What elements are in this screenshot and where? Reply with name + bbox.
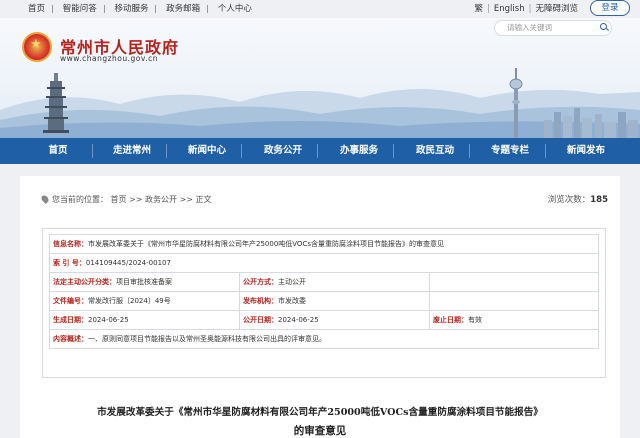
public-method-cell: 公开方式：主动公开 <box>239 272 430 292</box>
category-cell: 法定主动公开分类：项目审批核准备案 <box>49 272 240 292</box>
generated-date-value: 2024-06-25 <box>88 316 129 324</box>
nav-divider <box>393 144 394 158</box>
top-link-qa[interactable]: 智能问答 <box>63 4 97 14</box>
category-value: 项目审批核准备案 <box>116 278 172 286</box>
nav-item-about[interactable]: 走进常州 <box>101 138 163 164</box>
login-button[interactable]: 登录 <box>590 0 630 16</box>
expiry-cell: 废止日期：有效 <box>429 310 599 330</box>
index-label: 索 引 号： <box>53 259 86 267</box>
nav-divider <box>92 144 93 158</box>
nav-divider <box>241 144 242 158</box>
empty-cell <box>429 272 599 292</box>
top-links: 首页 智能问答 移动服务 政务邮箱 个人中心 <box>28 2 263 14</box>
pagoda-icon <box>43 73 69 133</box>
expiry-value: 有效 <box>468 316 482 324</box>
index-cell: 索 引 号：014109445/2024-00107 <box>49 253 599 273</box>
doc-no-value: 常发改行服〔2024〕49号 <box>88 297 171 305</box>
info-name-label: 信息名称： <box>53 240 88 248</box>
breadcrumb-item-gov-affairs[interactable]: 政务公开 <box>145 195 177 204</box>
breadcrumb-separator: >> <box>129 195 143 204</box>
doc-no-cell: 文件编号：常发改行服〔2024〕49号 <box>49 291 240 311</box>
public-date-value: 2024-06-25 <box>278 316 319 324</box>
top-bar: 首页 智能问答 移动服务 政务邮箱 个人中心 繁 | English | 无障碍浏览 登… <box>0 0 640 18</box>
view-count-value: 185 <box>590 195 608 205</box>
top-link-personal[interactable]: 个人中心 <box>218 4 252 14</box>
summary-cell: 内容概述：一、原则同意项目节能报告以及常州圣奥能源科技有限公司出具的评审意见。 <box>49 329 599 349</box>
document-title: 市发展改革委关于《常州市华星防腐材料有限公司年产25000吨低VOCs含量重防腐… <box>20 404 620 438</box>
nav-divider <box>469 144 470 158</box>
generated-date-label: 生成日期： <box>53 316 88 324</box>
main-nav: 首页 走进常州 新闻中心 政务公开 办事服务 政民互动 专题专栏 新闻发布 <box>0 138 640 164</box>
public-date-cell: 公开日期：2024-06-25 <box>239 310 430 330</box>
view-count: 浏览次数：185 <box>548 193 608 205</box>
table-row: 法定主动公开分类：项目审批核准备案 公开方式：主动公开 <box>49 272 599 292</box>
nav-item-gov-affairs[interactable]: 政务公开 <box>252 138 314 164</box>
top-link-home[interactable]: 首页 <box>28 4 45 14</box>
metadata-table: 信息名称：市发展改革委关于《常州市华星防腐材料有限公司年产25000吨低VOCs… <box>49 234 599 349</box>
nav-item-interaction[interactable]: 政民互动 <box>404 138 466 164</box>
nav-item-services[interactable]: 办事服务 <box>328 138 390 164</box>
table-row: 内容概述：一、原则同意项目节能报告以及常州圣奥能源科技有限公司出具的评审意见。 <box>49 329 599 349</box>
divider <box>207 4 209 13</box>
info-name-cell: 信息名称：市发展改革委关于《常州市华星防腐材料有限公司年产25000吨低VOCs… <box>49 234 599 254</box>
tv-tower-icon <box>509 68 523 138</box>
publisher-value: 市发改委 <box>278 297 306 305</box>
view-count-label: 浏览次数： <box>547 195 591 205</box>
breadcrumb: 您当前的位置： 首页 >> 政务公开 >> 正文 <box>40 194 212 205</box>
nav-item-press[interactable]: 新闻发布 <box>555 138 617 164</box>
search-icon[interactable] <box>600 23 607 30</box>
breadcrumb-item-home[interactable]: 首页 <box>111 195 127 204</box>
accessibility-link[interactable]: 无障碍浏览 <box>535 4 578 14</box>
nav-divider <box>317 144 318 158</box>
table-row: 生成日期：2024-06-25 公开日期：2024-06-25 废止日期：有效 <box>49 310 599 330</box>
index-value: 014109445/2024-00107 <box>85 259 171 267</box>
public-method-label: 公开方式： <box>243 278 278 286</box>
divider <box>52 4 54 13</box>
public-date-label: 公开日期： <box>243 316 278 324</box>
generated-date-cell: 生成日期：2024-06-25 <box>49 310 240 330</box>
expiry-label: 废止日期： <box>433 316 468 324</box>
category-label: 法定主动公开分类： <box>53 278 116 286</box>
toolbar: 繁 | English | 无障碍浏览 <box>474 4 578 14</box>
breadcrumb-separator: >> <box>179 195 193 204</box>
table-row: 信息名称：市发展改革委关于《常州市华星防腐材料有限公司年产25000吨低VOCs… <box>49 234 599 254</box>
info-name-value: 市发展改革委关于《常州市华星防腐材料有限公司年产25000吨低VOCs含量重防腐… <box>88 240 444 248</box>
table-row: 索 引 号：014109445/2024-00107 <box>49 253 599 273</box>
breadcrumb-prefix: 您当前的位置： <box>52 195 108 204</box>
nav-divider <box>545 144 546 158</box>
nav-item-news[interactable]: 新闻中心 <box>176 138 238 164</box>
publisher-label: 发布机构： <box>243 297 278 305</box>
nav-item-home[interactable]: 首页 <box>27 138 89 164</box>
summary-value: 一、原则同意项目节能报告以及常州圣奥能源科技有限公司出具的评审意见。 <box>88 335 326 343</box>
table-row: 文件编号：常发改行服〔2024〕49号 发布机构：市发改委 <box>49 291 599 311</box>
header-banner: 常州市人民政府 www.changzhou.gov.cn 请输入关键词 <box>0 18 640 138</box>
nav-item-topics[interactable]: 专题专栏 <box>479 138 541 164</box>
english-link[interactable]: English <box>494 4 525 14</box>
city-skyline-illustration <box>544 108 638 138</box>
document-title-line-2: 的审查意见 <box>293 425 347 437</box>
location-pin-icon <box>40 194 50 204</box>
public-method-value: 主动公开 <box>278 278 306 286</box>
traditional-chinese-link[interactable]: 繁 <box>475 4 484 14</box>
empty-cell <box>429 291 599 311</box>
search-input[interactable]: 请输入关键词 <box>494 20 612 36</box>
document-title-line-1: 市发展改革委关于《常州市华星防腐材料有限公司年产25000吨低VOCs含量重防腐… <box>97 407 543 418</box>
divider <box>155 4 157 13</box>
doc-no-label: 文件编号： <box>53 297 88 305</box>
nav-divider <box>166 144 167 158</box>
summary-label: 内容概述： <box>53 335 88 343</box>
breadcrumb-item-current: 正文 <box>195 195 212 204</box>
publisher-cell: 发布机构：市发改委 <box>239 291 430 311</box>
top-link-mobile[interactable]: 移动服务 <box>114 4 148 14</box>
content-card: 您当前的位置： 首页 >> 政务公开 >> 正文 浏览次数：185 信息名称：市… <box>20 176 620 438</box>
top-link-mail[interactable]: 政务邮箱 <box>166 4 200 14</box>
divider <box>103 4 105 13</box>
